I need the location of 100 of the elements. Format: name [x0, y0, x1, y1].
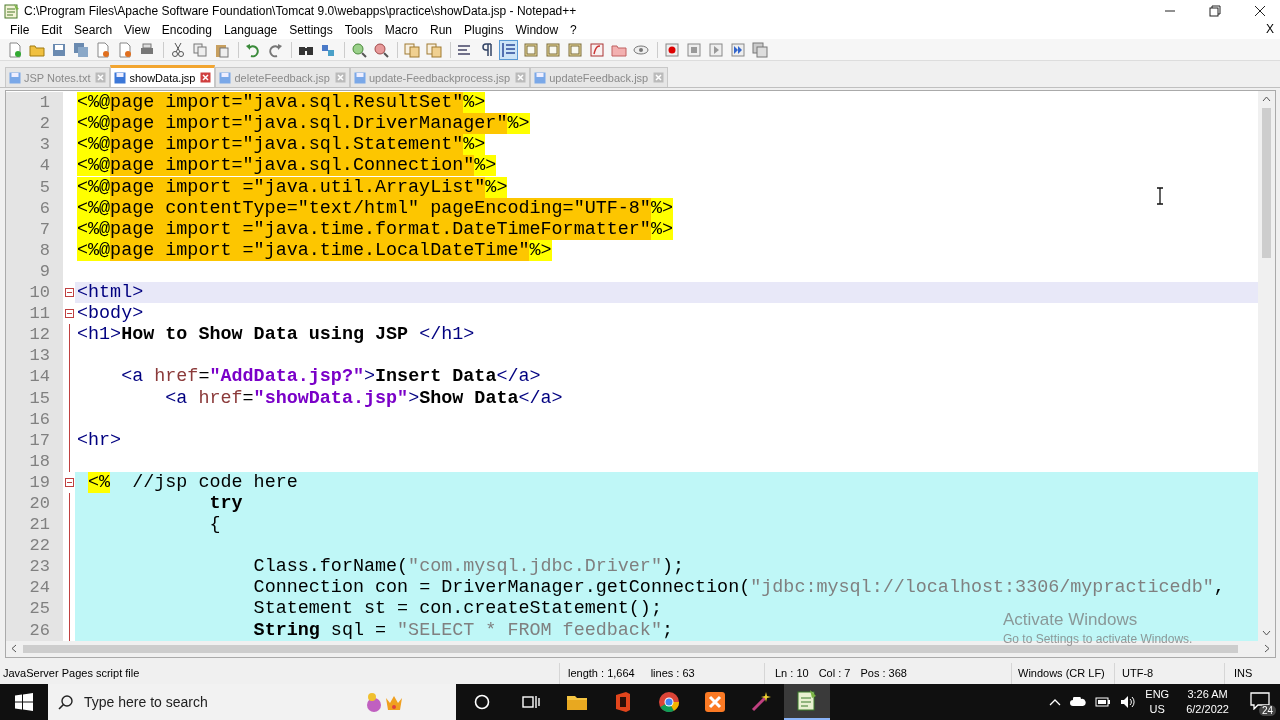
copy-icon	[191, 41, 208, 58]
close-icon[interactable]	[1254, 4, 1266, 17]
activation-title: Activate Windows	[1003, 610, 1139, 630]
menu-item[interactable]: Encoding	[155, 23, 218, 38]
line-number: 6	[6, 197, 63, 219]
line-number: 10	[6, 282, 63, 304]
fast-forward-icon	[729, 41, 746, 58]
code-line: <%@page import="java.sql.DriverManager"%>	[76, 113, 531, 135]
scroll-right-icon[interactable]	[1264, 644, 1270, 654]
scroll-left-icon[interactable]	[11, 644, 17, 654]
menu-item[interactable]: Search	[68, 23, 119, 38]
record-icon	[663, 41, 680, 58]
menu-item[interactable]: Language	[217, 23, 284, 38]
tab-label: updateFeedback.jsp	[549, 71, 649, 84]
line-number: 19	[6, 471, 63, 493]
scrollbar-thumb[interactable]	[23, 644, 1238, 653]
code-line: <%@page import="java.sql.ResultSet"%>	[76, 92, 487, 114]
file-tab[interactable]: showData.jsp	[110, 65, 216, 88]
scissors-icon	[169, 41, 186, 58]
notepad-icon	[4, 2, 20, 19]
menu-item[interactable]: Window	[509, 23, 565, 38]
close-document-button[interactable]: X	[1266, 22, 1274, 37]
panel-icon	[566, 41, 583, 58]
clock-time[interactable]: 3:26 AM	[1187, 687, 1228, 702]
code-line: <%@page import ="java.time.format.DateTimeFormatter"%>	[76, 218, 674, 240]
windows-icon	[403, 41, 420, 58]
battery-icon[interactable]	[1095, 696, 1112, 708]
menu-item[interactable]: ?	[564, 23, 583, 38]
browser-icon	[657, 690, 681, 714]
line-number: 8	[6, 239, 63, 261]
code-line: <%@page import="java.sql.Connection"%>	[76, 155, 498, 177]
line-number: 24	[6, 577, 63, 599]
line-number: 16	[6, 408, 63, 430]
panel-icon	[544, 41, 561, 58]
window-title: C:\Program Files\Apache Software Foundation\Tomcat 9.0\webapps\practice\showData.jsp - Notepad++	[24, 3, 577, 18]
status-lines: lines : 63	[650, 667, 695, 680]
fold-toggle-icon[interactable]	[64, 288, 74, 298]
fold-toggle-icon[interactable]	[64, 309, 74, 319]
windows-start-icon[interactable]	[15, 693, 33, 711]
line-number: 7	[6, 218, 63, 240]
line-number: 18	[6, 450, 63, 472]
status-line: Ln : 10	[775, 667, 809, 680]
line-number: 3	[6, 134, 63, 156]
status-insert-mode: INS	[1233, 666, 1254, 682]
line-number: 17	[6, 429, 63, 451]
code-line: <%@page import ="java.util.ArrayList"%>	[76, 176, 509, 198]
cortana-icon[interactable]	[474, 694, 490, 710]
code-line: <%@page import ="java.time.LocalDateTime"%>	[76, 239, 553, 261]
menu-item[interactable]: Macro	[378, 23, 424, 38]
menu-item[interactable]: Settings	[283, 23, 339, 38]
menu-item[interactable]: Run	[424, 23, 459, 38]
menu-item[interactable]: Tools	[338, 23, 379, 38]
notepad-icon	[795, 689, 819, 713]
fold-toggle-icon[interactable]	[64, 477, 74, 487]
windows-icon	[751, 41, 768, 58]
line-number: 9	[6, 260, 63, 283]
new-file-icon	[6, 41, 23, 58]
input-region[interactable]: US	[1149, 702, 1165, 717]
scrollbar-thumb[interactable]	[1262, 108, 1271, 259]
volume-icon[interactable]	[1120, 695, 1137, 709]
status-column: Col : 7	[818, 667, 851, 680]
restore-icon[interactable]	[1209, 4, 1221, 17]
tab-label: JSP Notes.txt	[24, 71, 91, 84]
file-icon	[94, 41, 111, 58]
clock-date[interactable]: 6/2/2022	[1186, 702, 1229, 717]
scroll-down-icon[interactable]	[1262, 629, 1271, 636]
notification-count: 24	[1258, 705, 1276, 716]
tab-label: showData.jsp	[129, 71, 196, 84]
input-language[interactable]: ENG	[1145, 687, 1170, 702]
line-number: 22	[6, 535, 63, 557]
cloud-icon[interactable]	[1070, 697, 1087, 707]
line-number: 5	[6, 176, 63, 198]
file-icon	[219, 71, 232, 84]
windows-icon	[425, 41, 442, 58]
task-view-icon[interactable]	[522, 694, 540, 710]
search-placeholder: Type here to search	[84, 694, 208, 710]
play-icon	[707, 41, 724, 58]
text-cursor-icon	[1156, 187, 1164, 205]
line-number: 25	[6, 598, 63, 620]
undo-icon	[244, 41, 261, 58]
zoom-in-icon	[350, 41, 367, 58]
file-icon	[114, 71, 127, 84]
scroll-up-icon[interactable]	[1262, 96, 1271, 103]
taskbar-search-field[interactable]: Type here to search	[48, 684, 456, 720]
vertical-scrollbar[interactable]	[1258, 91, 1275, 641]
menu-item[interactable]: View	[118, 23, 156, 38]
stop-icon	[685, 41, 702, 58]
code-line: <a href="AddData.jsp?">Insert Data</a>	[120, 366, 542, 388]
code-line: <a href="showData.jsp">Show Data</a>	[164, 387, 564, 409]
tab-label: deleteFeedback.jsp	[234, 71, 330, 84]
chevron-up-icon[interactable]	[1049, 698, 1062, 706]
menu-item[interactable]: Plugins	[458, 23, 510, 38]
tab-label: update-Feedbackprocess.jsp	[368, 71, 511, 84]
line-number: 12	[6, 324, 63, 346]
file-icon	[534, 71, 547, 84]
zoom-out-icon	[372, 41, 389, 58]
menu-item[interactable]: Edit	[35, 23, 69, 38]
file-icon	[353, 71, 366, 84]
menu-item[interactable]: File	[4, 23, 36, 38]
taskbar-app-button[interactable]	[784, 684, 830, 720]
